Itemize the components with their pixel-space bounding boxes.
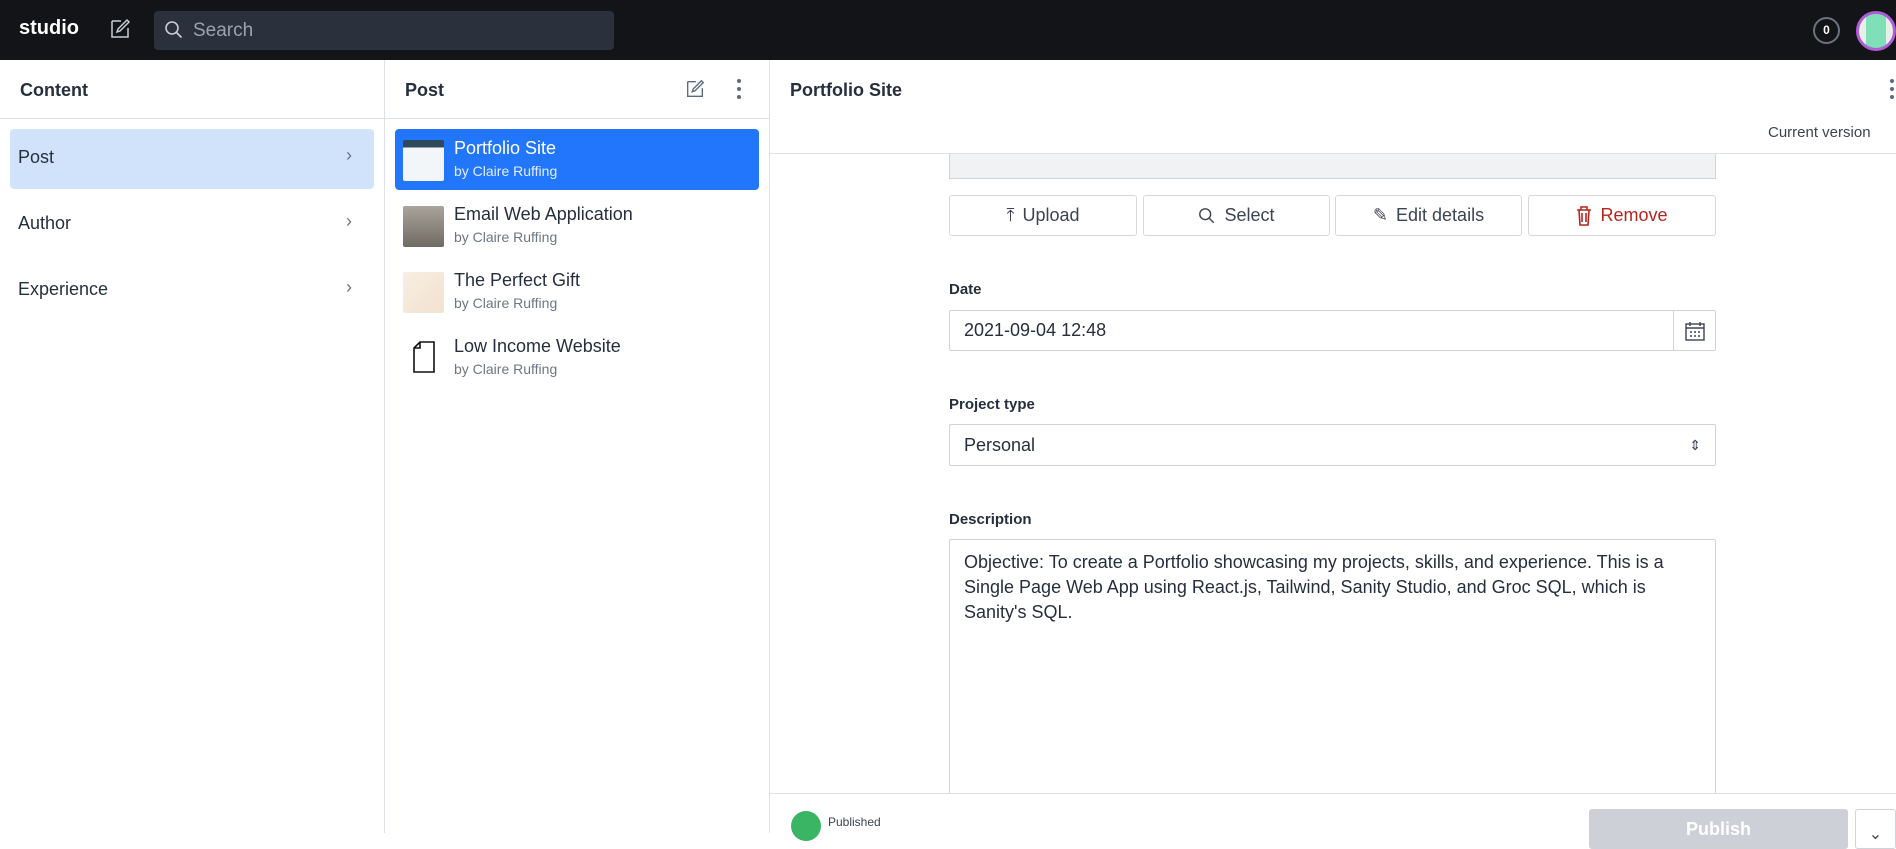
edit-details-button[interactable]: ✎ Edit details bbox=[1335, 195, 1522, 236]
more-icon[interactable] bbox=[735, 78, 743, 100]
compose-icon[interactable] bbox=[684, 78, 706, 100]
calendar-button[interactable] bbox=[1673, 311, 1715, 350]
notification-counter[interactable]: 0 bbox=[1813, 17, 1840, 44]
description-value: Objective: To create a Portfolio showcas… bbox=[964, 552, 1664, 622]
search-input[interactable]: Search bbox=[154, 11, 614, 50]
image-preview bbox=[949, 154, 1716, 179]
list-item[interactable]: Email Web Application by Claire Ruffing bbox=[395, 195, 759, 256]
nav-label: Author bbox=[18, 213, 72, 233]
select-value: Personal bbox=[964, 435, 1036, 455]
thumbnail bbox=[403, 272, 444, 313]
compose-icon[interactable] bbox=[108, 17, 132, 41]
date-input[interactable]: 2021-09-04 12:48 bbox=[949, 310, 1716, 351]
item-title: Low Income Website bbox=[454, 336, 621, 356]
button-label: Remove bbox=[1600, 205, 1668, 225]
item-subtitle: by Claire Ruffing bbox=[454, 361, 558, 377]
description-label: Description bbox=[949, 511, 1032, 528]
item-subtitle: by Claire Ruffing bbox=[454, 229, 558, 245]
button-label: Select bbox=[1224, 205, 1275, 225]
button-label: Upload bbox=[1022, 205, 1080, 225]
item-subtitle: by Claire Ruffing bbox=[454, 295, 558, 311]
calendar-icon bbox=[1685, 322, 1705, 341]
nav-item-post[interactable]: Post › bbox=[10, 129, 374, 189]
item-title: The Perfect Gift bbox=[454, 270, 581, 290]
version-selector[interactable]: Current version bbox=[1768, 124, 1871, 141]
pane-title: Content bbox=[20, 80, 88, 100]
project-type-label: Project type bbox=[949, 396, 1035, 413]
thumbnail bbox=[403, 206, 444, 247]
document-icon bbox=[413, 341, 435, 373]
date-value: 2021-09-04 12:48 bbox=[964, 320, 1107, 340]
content-pane: Content Post › Author › Experience › bbox=[0, 60, 385, 833]
description-textarea[interactable]: Objective: To create a Portfolio showcas… bbox=[949, 539, 1716, 794]
chevron-right-icon: › bbox=[346, 211, 352, 231]
search-icon bbox=[165, 21, 183, 39]
button-label: Publish bbox=[1685, 819, 1751, 839]
nav-item-experience[interactable]: Experience › bbox=[10, 261, 374, 321]
editor-footer: Published Publish ⌄ bbox=[770, 793, 1896, 849]
date-label: Date bbox=[949, 281, 982, 298]
pencil-icon: ✎ bbox=[1372, 205, 1389, 225]
thumbnail bbox=[403, 140, 444, 181]
publish-menu-button[interactable]: ⌄ bbox=[1855, 809, 1896, 849]
list-item[interactable]: Low Income Website by Claire Ruffing bbox=[395, 327, 759, 388]
publish-button[interactable]: Publish bbox=[1589, 809, 1848, 849]
item-subtitle: by Claire Ruffing bbox=[454, 163, 558, 179]
list-item[interactable]: The Perfect Gift by Claire Ruffing bbox=[395, 261, 759, 322]
studio-logo[interactable]: studio bbox=[19, 17, 79, 40]
top-bar: studio Search 0 bbox=[0, 0, 1896, 60]
chevron-right-icon: › bbox=[346, 277, 352, 297]
published-icon bbox=[791, 811, 821, 841]
search-placeholder: Search bbox=[193, 20, 254, 41]
nav-item-author[interactable]: Author › bbox=[10, 195, 374, 255]
trash-icon bbox=[1577, 205, 1592, 226]
chevron-updown-icon: ⇕ bbox=[1689, 437, 1701, 453]
item-title: Email Web Application bbox=[454, 204, 633, 224]
upload-button[interactable]: ⤒ Upload bbox=[949, 195, 1137, 236]
pane-title: Post bbox=[405, 80, 445, 100]
chevron-right-icon: › bbox=[346, 145, 352, 165]
search-icon bbox=[1199, 207, 1215, 223]
document-title: Portfolio Site bbox=[790, 80, 902, 100]
more-icon[interactable] bbox=[1888, 78, 1896, 100]
post-pane: Post Portfolio Site by Claire Ruffing Em… bbox=[385, 60, 770, 833]
nav-label: Post bbox=[18, 147, 55, 167]
nav-label: Experience bbox=[18, 279, 109, 299]
button-label: Edit details bbox=[1396, 205, 1485, 225]
upload-icon: ⤒ bbox=[1006, 205, 1015, 225]
item-title: Portfolio Site bbox=[454, 138, 557, 158]
remove-button[interactable]: Remove bbox=[1528, 195, 1716, 236]
project-type-select[interactable]: Personal ⇕ bbox=[949, 424, 1716, 466]
avatar[interactable] bbox=[1856, 11, 1896, 51]
select-button[interactable]: Select bbox=[1143, 195, 1330, 236]
status-text: Published bbox=[828, 815, 881, 829]
list-item[interactable]: Portfolio Site by Claire Ruffing bbox=[395, 129, 759, 190]
